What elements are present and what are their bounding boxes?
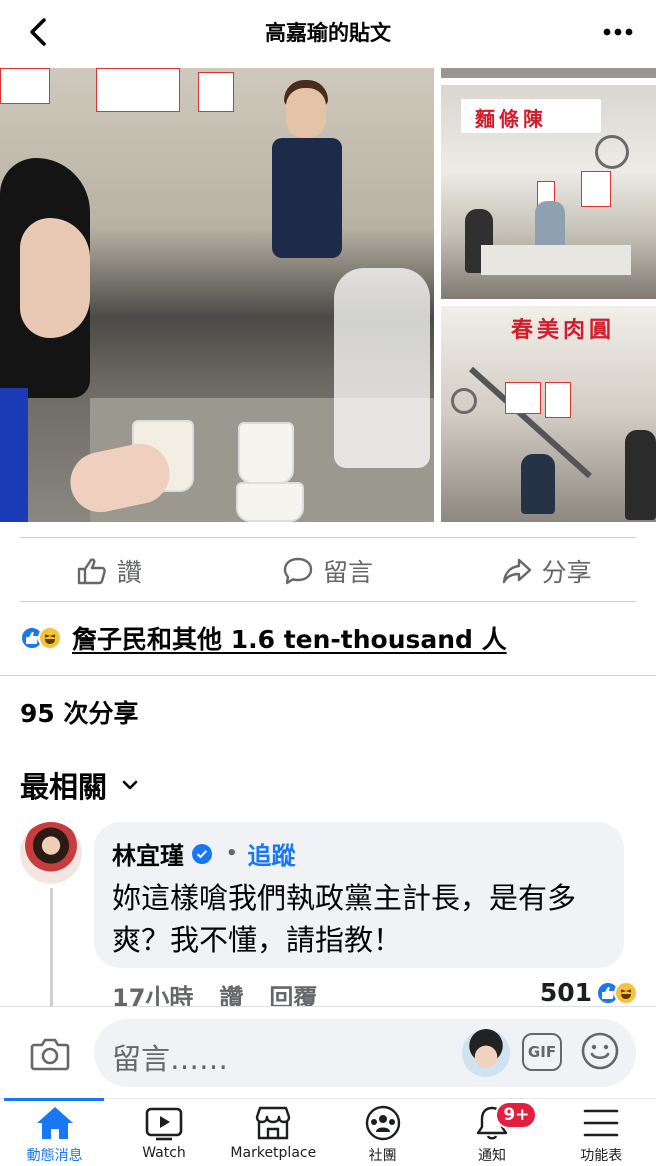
menu-sign <box>96 68 180 112</box>
person <box>521 454 555 514</box>
post-photo-top-strip[interactable] <box>441 68 656 78</box>
divider <box>0 675 656 676</box>
cup <box>236 482 304 522</box>
comment-label: 留言 <box>323 558 374 587</box>
back-button[interactable] <box>22 16 54 48</box>
gif-button[interactable]: GIF <box>522 1033 562 1071</box>
reactions-count-text: 詹子民和其他 1.6 ten-thousand 人 <box>72 625 507 654</box>
groups-icon <box>365 1105 400 1141</box>
avatar-sticker-button[interactable] <box>462 1029 510 1077</box>
divider <box>20 601 636 602</box>
post-action-bar: 讚 留言 分享 <box>0 540 656 602</box>
thread-line <box>50 888 53 1008</box>
fan-icon <box>595 135 629 169</box>
shop-sign: 麵條陳 <box>475 107 547 131</box>
page-title: 高嘉瑜的貼文 <box>265 21 391 45</box>
chevron-left-icon <box>30 18 46 46</box>
emoji-button[interactable] <box>580 1031 620 1071</box>
reactions-summary[interactable]: 詹子民和其他 1.6 ten-thousand 人 <box>20 620 507 656</box>
share-arrow-icon <box>502 558 531 584</box>
separator-dot: • <box>226 843 238 864</box>
sort-label: 最相關 <box>20 770 108 804</box>
smiley-icon <box>581 1032 619 1070</box>
shop-sign: 春美肉圓 <box>511 317 616 343</box>
gif-label: GIF <box>527 1043 557 1061</box>
header-bar: 高嘉瑜的貼文 <box>0 0 656 64</box>
tab-watch[interactable]: Watch <box>109 1099 218 1166</box>
thumbs-up-icon <box>77 558 106 585</box>
tab-news-feed[interactable]: 動態消息 <box>0 1098 109 1166</box>
comment-bubble-icon <box>283 557 313 585</box>
divider <box>20 537 636 538</box>
haha-reaction-icon <box>614 980 638 1005</box>
takeaway-bag <box>334 268 430 468</box>
tab-label: Watch <box>142 1145 186 1161</box>
like-label: 讚 <box>116 558 142 587</box>
comment-reactions[interactable]: 501 <box>540 978 638 1007</box>
menu-icon <box>583 1109 619 1137</box>
comment-sort-dropdown[interactable]: 最相關 <box>20 764 139 806</box>
tab-marketplace[interactable]: Marketplace <box>219 1099 328 1166</box>
menu-sign <box>0 68 50 104</box>
comment-bubble[interactable]: 林宜瑾 • 追蹤 妳這樣嗆我們執政黨主計長，是有多爽？我不懂，請指教！ <box>94 822 624 968</box>
menu-sign <box>198 72 234 112</box>
person <box>625 430 656 520</box>
post-photo-shop-2[interactable]: 春美肉圓 <box>441 306 656 522</box>
like-button[interactable]: 讚 <box>0 540 219 602</box>
tab-menu[interactable]: 功能表 <box>547 1099 656 1166</box>
tab-notifications[interactable]: 9+ 通知 <box>437 1099 546 1166</box>
tab-label: 動態消息 <box>26 1148 83 1164</box>
post-photo-grid: 麵條陳 春美肉圓 <box>0 68 656 522</box>
active-tab-indicator <box>4 1098 104 1101</box>
cup <box>238 422 294 484</box>
more-horizontal-icon <box>603 28 633 36</box>
shares-count[interactable]: 95 次分享 <box>20 694 139 730</box>
vendor-figure <box>262 78 342 298</box>
comment-input[interactable]: 留言…… GIF <box>94 1019 636 1087</box>
home-icon <box>36 1107 73 1139</box>
tab-label: 功能表 <box>580 1148 623 1164</box>
comment-author-avatar[interactable] <box>20 822 82 884</box>
more-options-button[interactable] <box>598 16 638 48</box>
comment-composer: 留言…… GIF <box>0 1006 656 1098</box>
tab-label: 通知 <box>477 1148 506 1164</box>
share-label: 分享 <box>541 558 592 587</box>
tab-groups[interactable]: 社團 <box>328 1099 437 1166</box>
fan-icon <box>451 388 477 414</box>
share-button[interactable]: 分享 <box>437 540 656 602</box>
camera-button[interactable] <box>30 1037 70 1071</box>
chevron-down-icon <box>122 780 138 790</box>
post-photo-shop-1[interactable]: 麵條陳 <box>441 85 656 299</box>
verified-badge-icon <box>192 843 212 864</box>
post-photo-main[interactable] <box>0 68 434 522</box>
video-icon <box>145 1107 183 1141</box>
haha-reaction-icon <box>38 626 62 650</box>
follow-button[interactable]: 追蹤 <box>248 836 296 871</box>
camera-icon <box>30 1038 70 1071</box>
shop-icon <box>256 1106 291 1140</box>
comment-input-placeholder: 留言…… <box>112 1042 229 1076</box>
comment-author-name[interactable]: 林宜瑾 <box>112 836 184 871</box>
bottom-tab-bar: 動態消息 Watch Marketplace 社團 9+ 通知 功能表 <box>0 1098 656 1166</box>
tab-label: Marketplace <box>230 1145 317 1161</box>
tab-label: 社團 <box>368 1148 397 1164</box>
comment-header: 林宜瑾 • 追蹤 <box>112 836 606 871</box>
comment-text: 妳這樣嗆我們執政黨主計長，是有多爽？我不懂，請指教！ <box>112 881 577 957</box>
comment-reaction-count: 501 <box>539 978 592 1007</box>
comment-button[interactable]: 留言 <box>219 540 438 602</box>
notification-badge: 9+ <box>495 1101 538 1129</box>
